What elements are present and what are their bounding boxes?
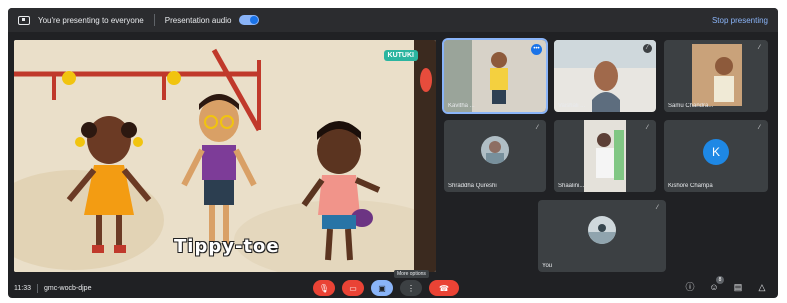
side-panel-buttons: ⓘ ☺ 8 ▤ △ — [684, 276, 768, 293]
participant-initial-avatar: K — [703, 138, 729, 165]
participant-tile[interactable]: K ⁄ Kishore Champa — [664, 120, 768, 192]
more-options-icon[interactable]: ⋮ — [400, 280, 422, 296]
stop-presenting-button[interactable]: Stop presenting — [712, 16, 768, 25]
mic-off-icon: ⁄ — [755, 44, 764, 53]
participant-name: You — [542, 263, 553, 269]
people-count-badge: 8 — [716, 276, 724, 284]
presenting-bar: You're presenting to everyone Presentati… — [8, 8, 778, 32]
info-icon[interactable]: ⓘ — [684, 281, 696, 293]
participant-tile[interactable]: ⁄ Shaalini... — [554, 120, 656, 192]
video-caption: Tippy-toe — [174, 236, 280, 257]
participant-name: Vaishali ... — [558, 103, 586, 109]
participant-avatar — [481, 136, 509, 165]
meet-window: You're presenting to everyone Presentati… — [8, 8, 778, 298]
mic-off-icon: ⁄ — [653, 204, 662, 213]
activities-icon[interactable]: △ — [756, 281, 768, 293]
participant-tile[interactable]: ••• Kavitha ... — [442, 38, 548, 114]
mic-off-icon: ⁄ — [533, 124, 542, 133]
participant-tile[interactable]: ⁄ Samu Chandra... — [664, 40, 768, 112]
presentation-stage: KUTUKI Tippy-toe — [14, 40, 436, 272]
mic-off-icon: ⁄ — [643, 44, 652, 53]
call-controls: 🎙 ▭ ▣ ⋮ ☎ — [313, 280, 459, 296]
clock-time: 11:33 — [14, 284, 31, 292]
speaking-indicator-icon: ••• — [531, 44, 542, 55]
presenting-text: You're presenting to everyone — [38, 15, 144, 25]
divider — [153, 14, 155, 26]
presentation-audio-toggle[interactable] — [239, 15, 260, 25]
participant-name: Samu Chandra... — [668, 103, 714, 109]
more-options-tooltip: More options — [394, 270, 429, 278]
self-tile[interactable]: ⁄ You — [538, 200, 666, 272]
camera-off-icon[interactable]: ▭ — [342, 280, 364, 296]
participant-name: Kishore Champa — [668, 183, 713, 189]
participant-name: Shaalini... — [558, 183, 585, 189]
present-now-icon[interactable]: ▣ — [371, 280, 393, 296]
participant-tile[interactable]: ⁄ Shraddha Qureshi — [444, 120, 546, 192]
brand-logo: KUTUKI — [383, 50, 418, 61]
meeting-code: gmc-wocb-djpe — [44, 284, 92, 292]
mic-off-icon[interactable]: 🎙 — [313, 280, 335, 296]
participant-name: Shraddha Qureshi — [448, 183, 497, 189]
self-avatar — [588, 216, 616, 245]
participant-video — [664, 40, 768, 112]
chat-icon[interactable]: ▤ — [732, 281, 744, 293]
mic-off-icon: ⁄ — [643, 124, 652, 133]
participant-video — [554, 40, 656, 112]
presentation-audio-label: Presentation audio — [164, 15, 232, 25]
end-call-icon[interactable]: ☎ — [429, 280, 459, 296]
mic-off-icon: ⁄ — [755, 124, 764, 133]
people-icon[interactable]: ☺ 8 — [708, 276, 724, 293]
present-icon — [18, 15, 30, 25]
participant-video — [554, 120, 656, 192]
participant-name: Kavitha ... — [448, 103, 475, 109]
divider — [37, 283, 38, 293]
participant-tile[interactable]: ⁄ Vaishali ... — [554, 40, 656, 112]
